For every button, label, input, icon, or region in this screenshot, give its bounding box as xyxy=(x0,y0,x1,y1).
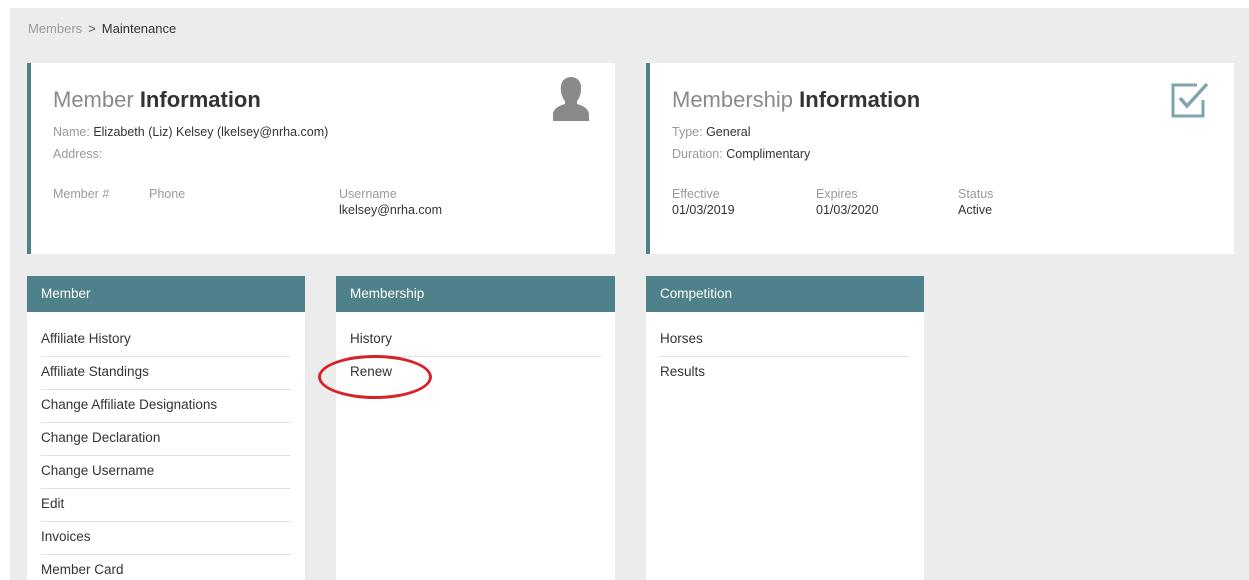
member-panel: Member Affiliate History Affiliate Stand… xyxy=(27,276,305,580)
status-value: Active xyxy=(958,203,993,217)
membership-type-label: Type: xyxy=(672,125,703,139)
member-address-line: Address: xyxy=(53,147,102,161)
menu-item-change-affiliate-designations[interactable]: Change Affiliate Designations xyxy=(41,390,291,423)
menu-item-edit[interactable]: Edit xyxy=(41,489,291,522)
membership-duration-label: Duration: xyxy=(672,147,723,161)
checkbox-checked-icon xyxy=(1170,81,1210,124)
effective-field: Effective 01/03/2019 xyxy=(672,186,735,218)
membership-panel-header: Membership xyxy=(336,276,615,312)
user-icon xyxy=(551,75,591,128)
menu-item-change-username[interactable]: Change Username xyxy=(41,456,291,489)
expires-value: 01/03/2020 xyxy=(816,203,879,217)
membership-menu: History Renew xyxy=(336,312,615,390)
membership-information-title-light: Membership xyxy=(672,87,794,112)
membership-information-card: Membership Information Type: General Dur… xyxy=(646,63,1234,254)
effective-label: Effective xyxy=(672,187,720,201)
member-information-title: Member Information xyxy=(53,87,261,113)
membership-type-line: Type: General xyxy=(672,125,751,139)
membership-duration-value: Complimentary xyxy=(726,147,811,161)
page-content: Members > Maintenance Member Information N… xyxy=(10,8,1249,580)
menu-item-affiliate-history[interactable]: Affiliate History xyxy=(41,324,291,357)
phone-label: Phone xyxy=(149,187,186,201)
membership-information-title: Membership Information xyxy=(672,87,920,113)
breadcrumb-members-link[interactable]: Members xyxy=(28,21,82,36)
effective-value: 01/03/2019 xyxy=(672,203,735,217)
menu-item-member-card[interactable]: Member Card xyxy=(41,555,291,580)
expires-field: Expires 01/03/2020 xyxy=(816,186,879,218)
member-information-title-light: Member xyxy=(53,87,134,112)
status-label: Status xyxy=(958,187,994,201)
menu-item-affiliate-standings[interactable]: Affiliate Standings xyxy=(41,357,291,390)
menu-item-results[interactable]: Results xyxy=(660,357,910,390)
status-field: Status Active xyxy=(958,186,993,218)
member-address-label: Address: xyxy=(53,147,103,161)
member-name-value: Elizabeth (Liz) Kelsey (lkelsey@nrha.com… xyxy=(93,125,329,139)
menu-item-renew[interactable]: Renew xyxy=(350,357,601,390)
username-value: lkelsey@nrha.com xyxy=(339,203,443,217)
menu-item-horses[interactable]: Horses xyxy=(660,324,910,357)
member-number-label: Member # xyxy=(53,187,110,201)
member-menu: Affiliate History Affiliate Standings Ch… xyxy=(27,312,305,580)
competition-menu: Horses Results xyxy=(646,312,924,390)
menu-item-change-declaration[interactable]: Change Declaration xyxy=(41,423,291,456)
competition-panel-header: Competition xyxy=(646,276,924,312)
expires-label: Expires xyxy=(816,187,858,201)
membership-duration-line: Duration: Complimentary xyxy=(672,147,810,161)
breadcrumb: Members > Maintenance xyxy=(28,21,176,36)
membership-information-title-bold: Information xyxy=(799,87,921,112)
username-field: Username lkelsey@nrha.com xyxy=(339,186,442,218)
member-information-card: Member Information Name: Elizabeth (Liz)… xyxy=(27,63,615,254)
competition-panel: Competition Horses Results xyxy=(646,276,924,580)
membership-panel: Membership History Renew xyxy=(336,276,615,580)
member-name-line: Name: Elizabeth (Liz) Kelsey (lkelsey@nr… xyxy=(53,125,328,139)
menu-item-invoices[interactable]: Invoices xyxy=(41,522,291,555)
phone-field: Phone xyxy=(149,186,185,202)
membership-type-value: General xyxy=(706,125,751,139)
member-name-label: Name: xyxy=(53,125,90,139)
member-number-field: Member # xyxy=(53,186,113,202)
member-panel-header: Member xyxy=(27,276,305,312)
menu-item-history[interactable]: History xyxy=(350,324,601,357)
breadcrumb-current: Maintenance xyxy=(101,21,177,36)
username-label: Username xyxy=(339,187,397,201)
breadcrumb-separator: > xyxy=(88,21,96,36)
member-information-title-bold: Information xyxy=(139,87,261,112)
